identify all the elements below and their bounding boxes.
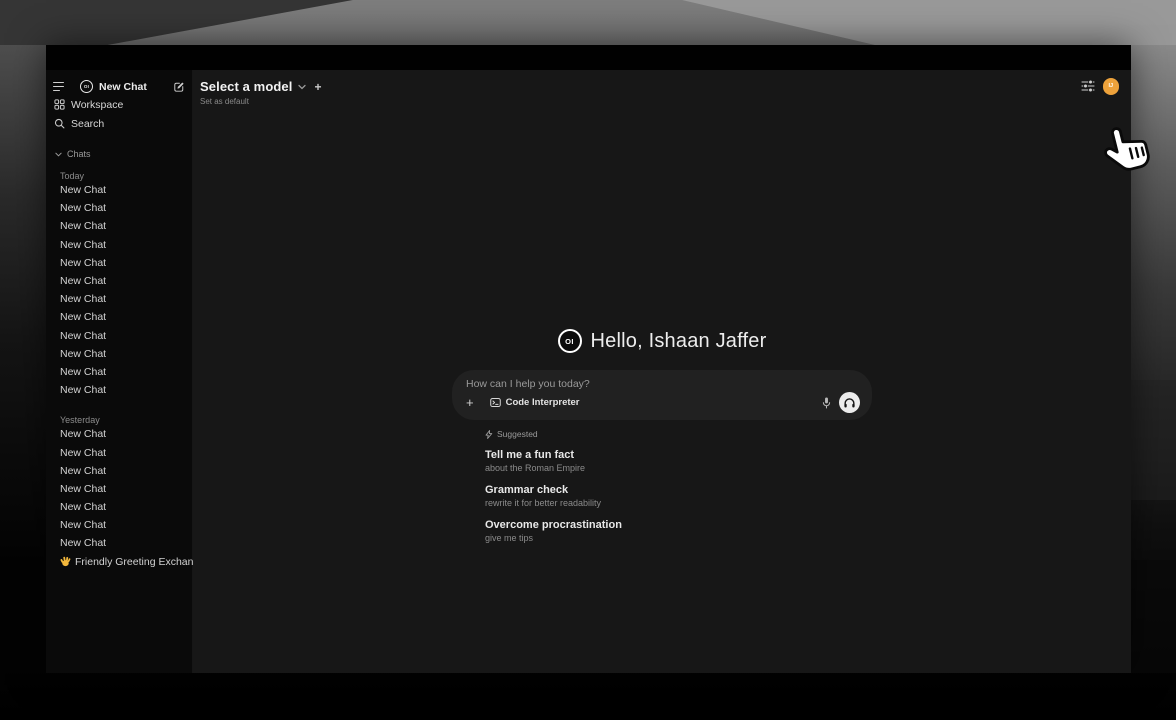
chat-list-item-named[interactable]: Friendly Greeting Exchange [46,553,192,571]
sidebar-item-label: Workspace [71,99,123,111]
suggested-prompt[interactable]: Tell me a fun factabout the Roman Empire [485,448,872,474]
wallpaper-shape [1130,560,1176,673]
composer-actions: + Code Interpreter [466,392,860,413]
microphone-icon [821,396,832,410]
set-as-default-link[interactable]: Set as default [200,97,321,106]
greeting-row: OI Hello, Ishaan Jaffer [452,328,872,354]
chevron-down-icon [55,152,62,157]
chats-section-label: Chats [67,149,91,159]
user-avatar[interactable]: IJ [1103,78,1120,95]
sidebar-toggle-icon[interactable] [53,82,67,91]
chat-list-item[interactable]: New Chat [53,480,185,498]
grid-icon [54,99,65,110]
top-actions: IJ [1081,78,1120,95]
chat-list-item[interactable]: New Chat [53,327,185,345]
suggested-list: Tell me a fun factabout the Roman Empire… [485,448,872,544]
chat-group-label: Yesterday [53,411,185,425]
window-top-bar [46,45,1131,70]
chat-list-item[interactable]: New Chat [53,308,185,326]
desktop: { "sidebar": { "header": { "title": "New… [0,0,1176,720]
chevron-down-icon [298,84,306,90]
suggested-prompt-title: Tell me a fun fact [485,448,872,462]
voice-call-button[interactable] [839,392,860,413]
chat-list-item[interactable]: New Chat [53,462,185,480]
suggested-prompt[interactable]: Overcome procrastinationgive me tips [485,518,872,544]
chat-controls-button[interactable] [1081,80,1095,92]
chat-list-item[interactable]: New Chat [53,290,185,308]
chat-list-item[interactable]: New Chat [53,425,185,443]
code-interpreter-toggle[interactable]: Code Interpreter [490,397,580,408]
suggested-prompt-subtitle: rewrite it for better readability [485,497,872,509]
microphone-button[interactable] [821,396,832,410]
pencil-square-icon [173,81,185,93]
sidebar: OI New Chat Workspace [46,70,193,673]
suggested-prompt-title: Grammar check [485,483,872,497]
chat-group-label: Today [53,167,185,181]
add-model-button[interactable]: + [314,80,321,94]
center-column: OI Hello, Ishaan Jaffer + Code Interpret… [452,328,872,544]
suggested-label: Suggested [497,429,538,439]
app-logo-icon: OI [80,80,93,93]
model-bar: Select a model + Set as default [200,79,321,106]
open-webui-window: OI New Chat Workspace [46,45,1131,673]
main-panel: Select a model + Set as default [193,70,1131,673]
sliders-icon [1081,80,1095,92]
suggested-prompt-title: Overcome procrastination [485,518,872,532]
chat-list-item[interactable]: New Chat [53,516,185,534]
sidebar-item-search[interactable]: Search [46,114,192,133]
new-chat-button[interactable] [173,81,185,93]
headphones-icon [843,396,856,409]
suggested-prompt-subtitle: about the Roman Empire [485,462,872,474]
chat-item-label: Friendly Greeting Exchange [75,556,205,568]
greeting-text: Hello, Ishaan Jaffer [591,330,767,353]
chat-list-item[interactable]: New Chat [53,381,185,399]
chat-list-item[interactable]: New Chat [53,363,185,381]
code-interpreter-label: Code Interpreter [506,397,580,408]
chat-list-item[interactable]: New Chat [53,181,185,199]
chat-list-item[interactable]: New Chat [53,443,185,461]
sidebar-item-label: Search [71,118,104,130]
chat-list-item[interactable]: New Chat [53,254,185,272]
chat-list-item[interactable]: New Chat [53,272,185,290]
suggested-header: Suggested [485,429,872,439]
chat-list-item[interactable]: New Chat [53,217,185,235]
model-selector-label: Select a model [200,79,292,94]
chat-list-item[interactable]: New Chat [53,345,185,363]
chat-list-item[interactable]: New Chat [53,236,185,254]
model-selector[interactable]: Select a model + [200,79,321,94]
suggested-prompt[interactable]: Grammar checkrewrite it for better reada… [485,483,872,509]
app-logo-icon: OI [558,329,582,353]
sidebar-title: New Chat [99,81,147,93]
chat-groups: TodayNew ChatNew ChatNew ChatNew ChatNew… [46,167,192,553]
search-icon [54,118,65,129]
chat-list-item[interactable]: New Chat [53,534,185,552]
wallpaper-shape [1130,380,1176,500]
sidebar-item-workspace[interactable]: Workspace [46,95,192,114]
wallpaper-shape [0,45,46,673]
chat-list-item[interactable]: New Chat [53,199,185,217]
chat-list-item[interactable]: New Chat [53,498,185,516]
sidebar-header: OI New Chat [46,78,192,95]
terminal-icon [490,397,501,408]
message-composer[interactable]: + Code Interpreter [452,370,872,420]
attach-button[interactable]: + [466,396,474,409]
waving-hand-icon [60,556,71,567]
chats-section-toggle[interactable]: Chats [46,144,192,164]
suggested-section: Suggested Tell me a fun factabout the Ro… [452,429,872,544]
composer-right-actions [821,392,860,413]
message-input[interactable] [466,378,860,390]
suggested-prompt-subtitle: give me tips [485,532,872,544]
bolt-icon [485,430,493,439]
